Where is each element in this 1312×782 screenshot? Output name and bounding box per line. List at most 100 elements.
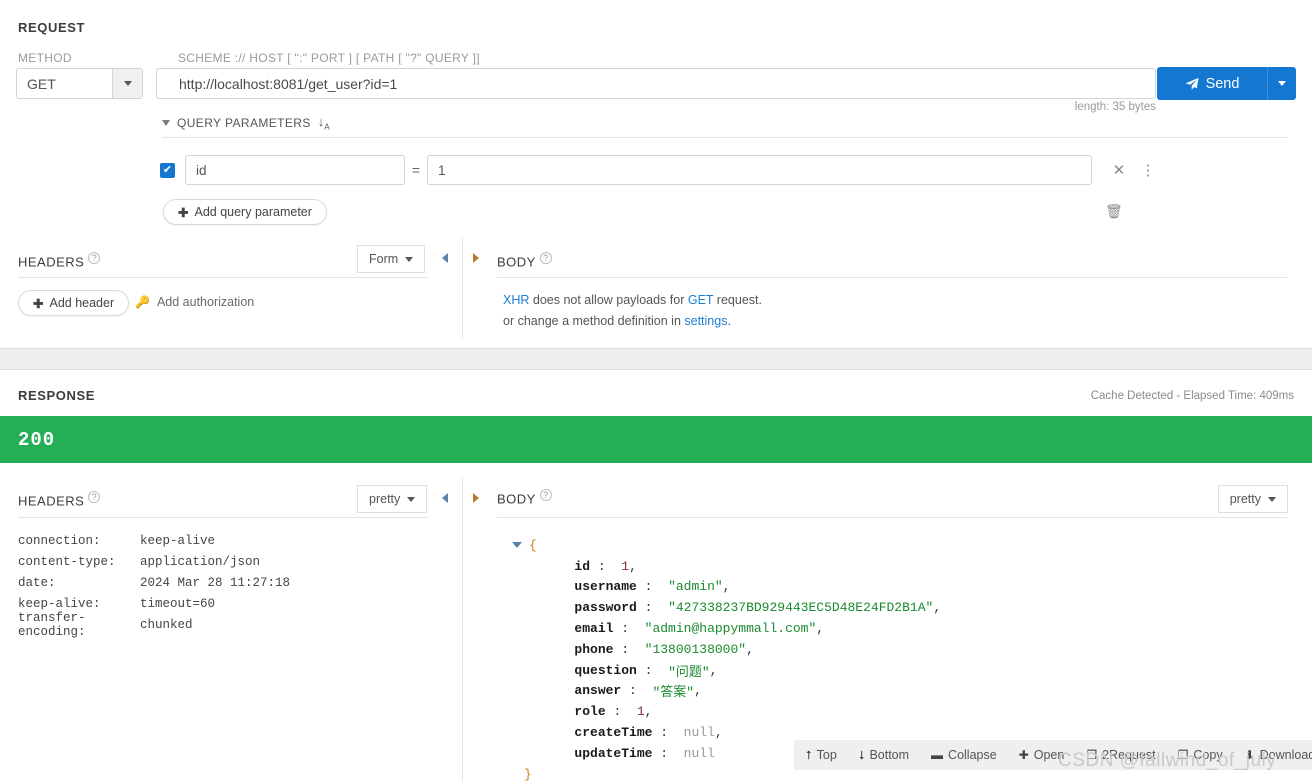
json-comma: , (644, 704, 653, 720)
json-line: username : "admin", (512, 577, 941, 598)
xhr-link[interactable]: XHR (503, 293, 529, 307)
response-header-row: transfer-encoding: chunked (18, 611, 290, 639)
divider (162, 137, 1287, 138)
response-body-format-dropdown[interactable]: pretty (1217, 485, 1288, 513)
send-options-button[interactable] (1267, 67, 1296, 100)
toolbar-item-label: Bottom (869, 748, 910, 762)
request-icon: ❐ (1086, 748, 1098, 762)
method-select-value: GET (27, 75, 56, 92)
http-client-app: REQUEST METHOD SCHEME :// HOST [ ":" POR… (0, 0, 1312, 782)
add-authorization-label: Add authorization (156, 295, 255, 309)
request-headers-format-dropdown[interactable]: Form (357, 245, 426, 273)
toolbar-item-top[interactable]: ⭡ Top (806, 748, 837, 763)
query-parameter-enabled-checkbox[interactable]: ✔ (160, 162, 175, 178)
toolbar-item-request[interactable]: ❐ 2Request (1086, 748, 1155, 762)
json-brace: } (524, 766, 532, 782)
toolbar-item-label: Top (816, 748, 837, 762)
json-separator: : (613, 621, 645, 637)
add-header-label: Add header (49, 296, 115, 310)
toolbar-item-bottom[interactable]: ⭣ Bottom (859, 748, 909, 763)
query-parameter-value-input[interactable]: 1 (427, 155, 1092, 185)
request-pane: REQUEST METHOD SCHEME :// HOST [ ":" POR… (0, 0, 1312, 338)
plus-icon: ✚ (178, 205, 189, 220)
json-comma: , (933, 600, 942, 616)
collapse-right-icon[interactable] (473, 253, 479, 263)
json-key: updateTime (574, 745, 653, 761)
json-value: "问题" (668, 664, 710, 680)
toolbar-item-download[interactable]: ⬇ Download (1245, 748, 1312, 762)
url-label: SCHEME :// HOST [ ":" PORT ] [ PATH [ "?… (178, 51, 480, 65)
key-icon: 🔑 (135, 295, 150, 309)
collapse-left-icon[interactable] (442, 493, 448, 503)
close-icon[interactable]: ✕ (1110, 161, 1128, 179)
response-headers-format-dropdown[interactable]: pretty (357, 485, 428, 513)
divider (18, 517, 428, 518)
json-separator: : (636, 662, 669, 678)
add-header-button[interactable]: ✚ Add header (18, 290, 130, 316)
collapse-left-icon[interactable] (442, 253, 448, 263)
method-dropdown-button[interactable] (112, 69, 142, 98)
toolbar-item-collapse[interactable]: ▬ Collapse (931, 748, 997, 762)
settings-link[interactable]: settings (684, 314, 727, 328)
divider (462, 478, 463, 782)
json-separator: : (605, 704, 637, 720)
help-icon[interactable]: ? (539, 252, 552, 264)
response-headers-list: connection: keep-alive content-type: applic… (18, 530, 291, 639)
response-header-value: timeout=60 (140, 596, 216, 611)
json-collapse-toggle-icon[interactable] (512, 542, 522, 549)
json-comma: , (694, 683, 702, 699)
add-query-parameter-button[interactable]: ✚ Add query parameter (163, 199, 327, 225)
send-button[interactable]: Send (1157, 67, 1267, 100)
more-vertical-icon[interactable]: ⋮ (1140, 161, 1156, 179)
help-icon[interactable]: ? (539, 489, 552, 501)
json-comma: , (816, 621, 825, 637)
response-headers-title: HEADERS? (18, 491, 101, 509)
response-header-row: connection: keep-alive (18, 530, 290, 551)
method-label: METHOD (18, 51, 72, 65)
toolbar-item-open[interactable]: ✚ Open (1019, 748, 1065, 762)
json-key: id (574, 558, 591, 574)
add-authorization-button[interactable]: 🔑 Add authorization (135, 295, 254, 309)
toolbar-item-label: Download (1259, 748, 1312, 762)
help-icon[interactable]: ? (88, 252, 101, 264)
query-parameters-header[interactable]: QUERY PARAMETERS ↓A (162, 114, 330, 132)
url-input[interactable]: http://localhost:8081/get_user?id=1 (156, 68, 1156, 99)
arrow-up-circle-icon: ⭡ (806, 747, 812, 762)
chevron-down-icon (407, 496, 416, 502)
query-parameter-key-input[interactable]: id (185, 155, 405, 185)
help-icon[interactable]: ? (88, 491, 101, 503)
json-comma: , (714, 725, 723, 741)
json-key: answer (574, 683, 622, 699)
json-brace: { (529, 537, 537, 553)
json-key: question (574, 662, 637, 678)
json-comma: , (629, 558, 637, 574)
json-value: 1 (636, 704, 645, 720)
response-header-row: content-type: application/json (18, 551, 290, 572)
divider (497, 517, 1287, 518)
toolbar-item-copy[interactable]: ❐ Copy (1178, 748, 1223, 762)
divider (497, 277, 1287, 278)
sort-icon[interactable]: ↓A (318, 114, 330, 132)
response-header-value: 2024 Mar 28 11:27:18 (140, 575, 291, 590)
response-section-title: RESPONSE (18, 388, 96, 403)
plus-icon: ✚ (33, 296, 44, 311)
chevron-down-icon (1278, 81, 1286, 86)
trash-icon[interactable]: 🗑 (1105, 203, 1123, 220)
body-message2-pre: or change a method definition in (503, 314, 685, 328)
json-value: "13800138000" (644, 641, 747, 657)
get-link[interactable]: GET (688, 293, 713, 307)
json-comma: , (709, 662, 718, 678)
method-select[interactable]: GET (16, 68, 143, 99)
response-headers-label: HEADERS (18, 493, 85, 509)
response-header-name: content-type: (18, 554, 116, 569)
response-elapsed-time: Cache Detected - Elapsed Time: 409ms (1090, 390, 1294, 402)
collapse-right-icon[interactable] (473, 493, 479, 503)
copy-icon: ❐ (1177, 748, 1189, 762)
divider (18, 277, 428, 278)
json-separator: : (652, 725, 684, 741)
json-key: email (574, 621, 614, 637)
